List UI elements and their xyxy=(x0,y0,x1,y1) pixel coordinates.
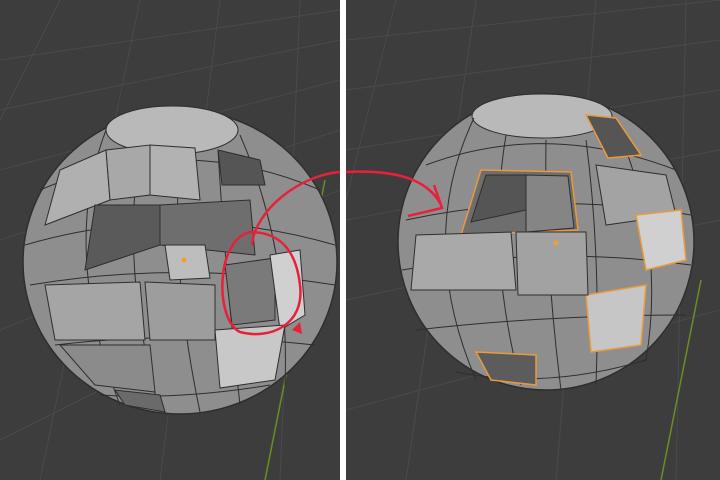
sphere-mesh[interactable] xyxy=(397,93,695,391)
before-viewport-canvas xyxy=(0,0,340,480)
after-viewport-canvas xyxy=(346,0,720,480)
sphere-mesh[interactable] xyxy=(22,105,338,415)
before-viewport[interactable] xyxy=(0,0,340,480)
object-origin-dot xyxy=(181,257,187,263)
screenshot-root xyxy=(0,0,720,480)
after-viewport[interactable] xyxy=(346,0,720,480)
object-origin-dot xyxy=(553,240,559,246)
